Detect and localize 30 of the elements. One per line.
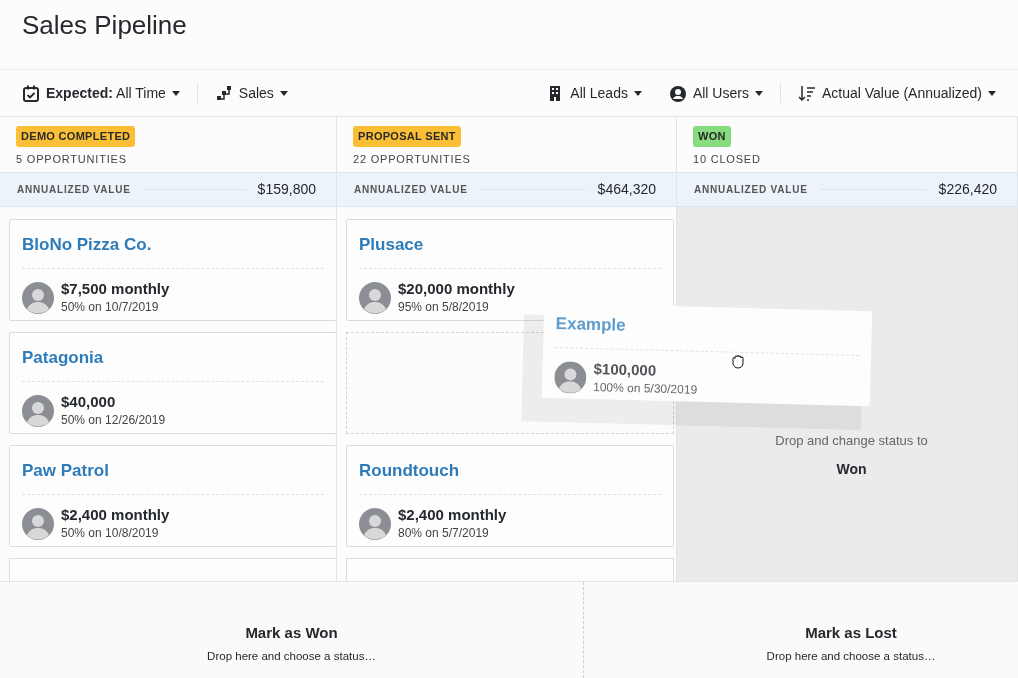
opportunity-count: 5 OPPORTUNITIES	[16, 151, 128, 167]
opportunity-count: 22 OPPORTUNITIES	[353, 151, 472, 167]
deal-amount: $20,000 monthly	[398, 281, 515, 298]
deal-detail: 95% on 5/8/2019	[398, 298, 490, 316]
stage-label: WON	[693, 126, 731, 147]
deal-amount: $100,000	[593, 361, 658, 381]
zone-title: Mark as Lost	[804, 623, 898, 643]
value-total: $159,800	[257, 180, 316, 199]
zone-hint: Drop here and choose a status…	[206, 648, 377, 664]
value-label: ANNUALIZED VALUE	[354, 183, 468, 197]
deal-detail: 80% on 5/7/2019	[398, 524, 490, 542]
value-total: $226,420	[938, 180, 997, 199]
deal-detail: 50% on 10/8/2019	[61, 524, 160, 542]
drop-status: Won	[835, 459, 868, 479]
value-label: ANNUALIZED VALUE	[17, 183, 131, 197]
zone-hint: Drop here and choose a status…	[765, 648, 937, 664]
deal-amount: $2,400 monthly	[61, 507, 170, 524]
stage-label: DEMO COMPLETED	[16, 126, 136, 147]
value-total: $464,320	[597, 180, 656, 199]
value-label: ANNUALIZED VALUE	[694, 183, 808, 197]
deal-amount: $2,400 monthly	[398, 507, 507, 524]
page-title: Sales Pipeline	[0, 0, 1018, 70]
drop-hint: Drop and change status to	[774, 432, 929, 450]
opportunity-count: 10 CLOSED	[693, 151, 762, 167]
stage-label: PROPOSAL SENT	[353, 126, 461, 147]
deal-amount: $40,000	[61, 394, 117, 411]
zone-title: Mark as Won	[244, 623, 339, 643]
deal-amount: $7,500 monthly	[61, 281, 170, 298]
deal-detail: 50% on 10/7/2019	[61, 298, 160, 316]
deal-detail: 50% on 12/26/2019	[61, 411, 166, 429]
